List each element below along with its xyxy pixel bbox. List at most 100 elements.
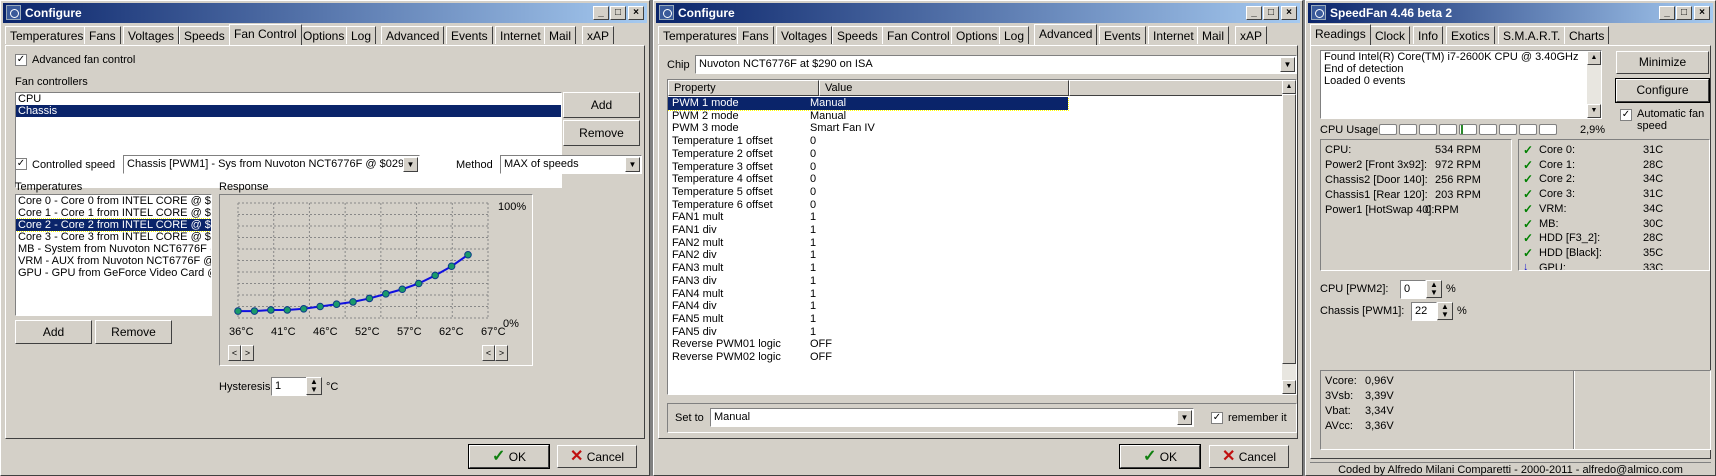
pwm-value-input[interactable]: 0 [1400, 280, 1426, 299]
add-temperature-button[interactable]: Add [15, 320, 92, 344]
title-bar[interactable]: Configure _ □ × [656, 3, 1300, 23]
list-item[interactable]: Core 3 - Core 3 from INTEL CORE @ $0 [16, 231, 211, 243]
tab-xap[interactable]: xAP [582, 26, 615, 44]
table-row[interactable]: FAN3 mult 1 [668, 262, 1068, 275]
remember-it-checkbox[interactable]: ✓ [1211, 412, 1223, 424]
tab-log[interactable]: Log [999, 26, 1030, 44]
tab-speeds[interactable]: Speeds [832, 26, 883, 44]
tab-fan-control[interactable]: Fan Control [882, 26, 955, 44]
tab-voltages[interactable]: Voltages [776, 26, 833, 44]
ok-button[interactable]: ✓ OK [468, 444, 550, 469]
tab-events[interactable]: Events [446, 26, 493, 44]
tab-internet[interactable]: Internet [495, 26, 546, 44]
scroll-down-button[interactable]: ▼ [1587, 104, 1601, 118]
table-row[interactable]: FAN4 mult 1 [668, 288, 1068, 301]
list-item[interactable]: Chassis [16, 105, 561, 117]
table-row[interactable]: PWM 2 mode Manual [668, 110, 1068, 123]
table-row[interactable]: FAN5 div 1 [668, 326, 1068, 339]
maximize-window-button[interactable]: □ [610, 6, 626, 20]
tab-fans[interactable]: Fans [84, 26, 121, 44]
table-row[interactable]: FAN2 mult 1 [668, 237, 1068, 250]
remove-temperature-button[interactable]: Remove [95, 320, 172, 344]
tab-exotics[interactable]: Exotics [1446, 26, 1495, 44]
response-graph[interactable] [220, 195, 532, 365]
minimize-window-button[interactable]: _ [1246, 6, 1262, 20]
tab-temperatures[interactable]: Temperatures [658, 26, 742, 44]
tab-options[interactable]: Options [951, 26, 1003, 44]
add-fan-controller-button[interactable]: Add [563, 92, 640, 118]
table-row[interactable]: FAN4 div 1 [668, 300, 1068, 313]
hysteresis-input[interactable]: 1 [271, 377, 307, 396]
scale-left-button[interactable]: < [482, 345, 495, 361]
set-to-select[interactable]: Manual ▼ [710, 408, 1194, 427]
tab-advanced[interactable]: Advanced [1034, 24, 1098, 45]
curve-point[interactable] [414, 279, 423, 288]
log-scrollbar[interactable]: ▲ ▼ [1587, 51, 1601, 118]
table-row[interactable]: Temperature 1 offset 0 [668, 135, 1068, 148]
scroll-down-button[interactable]: ▼ [1282, 380, 1296, 394]
curve-point[interactable] [447, 262, 456, 271]
curve-point[interactable] [349, 298, 357, 306]
maximize-window-button[interactable]: □ [1676, 6, 1692, 20]
curve-point[interactable] [431, 271, 439, 280]
tab-internet[interactable]: Internet [1148, 26, 1199, 44]
tab-advanced[interactable]: Advanced [381, 26, 445, 44]
tab-smart[interactable]: S.M.A.R.T. [1498, 26, 1566, 44]
list-item[interactable]: VRM - AUX from Nuvoton NCT6776F @ [16, 255, 211, 267]
table-row[interactable]: FAN1 mult 1 [668, 211, 1068, 224]
curve-point[interactable] [250, 307, 259, 315]
chip-select[interactable]: Nuvoton NCT6776F at $290 on ISA ▼ [695, 55, 1297, 74]
list-item[interactable]: Core 0 - Core 0 from INTEL CORE @ $0 [16, 195, 211, 207]
log-textbox[interactable]: Found Intel(R) Core(TM) i7-2600K CPU @ 3… [1320, 50, 1602, 119]
table-row[interactable]: FAN3 div 1 [668, 275, 1068, 288]
curve-point[interactable] [332, 300, 341, 308]
pwm-value-input[interactable]: 22 [1411, 302, 1437, 321]
method-select[interactable]: MAX of speeds ▼ [500, 155, 642, 174]
table-row[interactable]: FAN2 div 1 [668, 249, 1068, 262]
curve-point[interactable] [464, 250, 472, 259]
title-bar[interactable]: Configure _ □ × [3, 3, 647, 23]
configure-button[interactable]: Configure [1615, 78, 1710, 103]
list-item[interactable]: MB - System from Nuvoton NCT6776F @ [16, 243, 211, 255]
curve-point[interactable] [316, 302, 324, 311]
hysteresis-stepper[interactable]: ▲ ▼ [306, 377, 322, 395]
list-item[interactable]: Core 1 - Core 1 from INTEL CORE @ $0 [16, 207, 211, 219]
scale-right-button[interactable]: > [495, 345, 508, 361]
tab-log[interactable]: Log [346, 26, 377, 44]
tab-options[interactable]: Options [298, 26, 350, 44]
chevron-down-icon[interactable]: ▼ [1280, 57, 1295, 72]
tab-events[interactable]: Events [1099, 26, 1146, 44]
table-row[interactable]: Reverse PWM02 logic OFF [668, 351, 1068, 364]
close-window-button[interactable]: × [1281, 6, 1297, 20]
property-grid[interactable]: Property Value PWM 1 mode Manual PWM 2 mod… [667, 79, 1297, 395]
chevron-down-icon[interactable]: ▼ [1177, 410, 1192, 425]
vertical-scrollbar[interactable]: ▲ ▼ [1282, 80, 1296, 394]
tab-info[interactable]: Info [1413, 26, 1444, 44]
chevron-down-icon[interactable]: ▼ [403, 157, 418, 172]
pwm-stepper[interactable]: ▲ ▼ [1437, 302, 1453, 320]
advanced-fan-control-checkbox[interactable]: ✓ [15, 54, 27, 66]
table-row[interactable]: Reverse PWM01 logic OFF [668, 338, 1068, 351]
table-row[interactable]: Temperature 5 offset 0 [668, 186, 1068, 199]
curve-point[interactable] [365, 294, 374, 303]
maximize-window-button[interactable]: □ [1263, 6, 1279, 20]
tab-readings[interactable]: Readings [1310, 24, 1371, 45]
curve-point[interactable] [382, 290, 390, 298]
list-item[interactable]: CPU [16, 93, 561, 105]
scroll-up-button[interactable]: ▲ [1587, 51, 1601, 65]
table-row[interactable]: Temperature 3 offset 0 [668, 161, 1068, 174]
temperatures-list[interactable]: Core 0 - Core 0 from INTEL CORE @ $0 Cor… [15, 194, 212, 316]
tab-charts[interactable]: Charts [1564, 26, 1610, 44]
shift-left-button[interactable]: < [228, 345, 241, 361]
minimize-window-button[interactable]: _ [593, 6, 609, 20]
pwm-stepper[interactable]: ▲ ▼ [1426, 280, 1442, 298]
table-row[interactable]: FAN5 mult 1 [668, 313, 1068, 326]
title-bar[interactable]: SpeedFan 4.46 beta 2 _ □ × [1308, 3, 1713, 23]
table-row[interactable]: PWM 3 mode Smart Fan IV [668, 122, 1068, 135]
controlled-speed-checkbox[interactable]: ✓ [15, 158, 27, 170]
minimize-button[interactable]: Minimize [1616, 51, 1709, 74]
column-header-property[interactable]: Property [668, 80, 819, 96]
minimize-window-button[interactable]: _ [1659, 6, 1675, 20]
table-row[interactable]: Temperature 6 offset 0 [668, 199, 1068, 212]
curve-point[interactable] [283, 306, 292, 314]
